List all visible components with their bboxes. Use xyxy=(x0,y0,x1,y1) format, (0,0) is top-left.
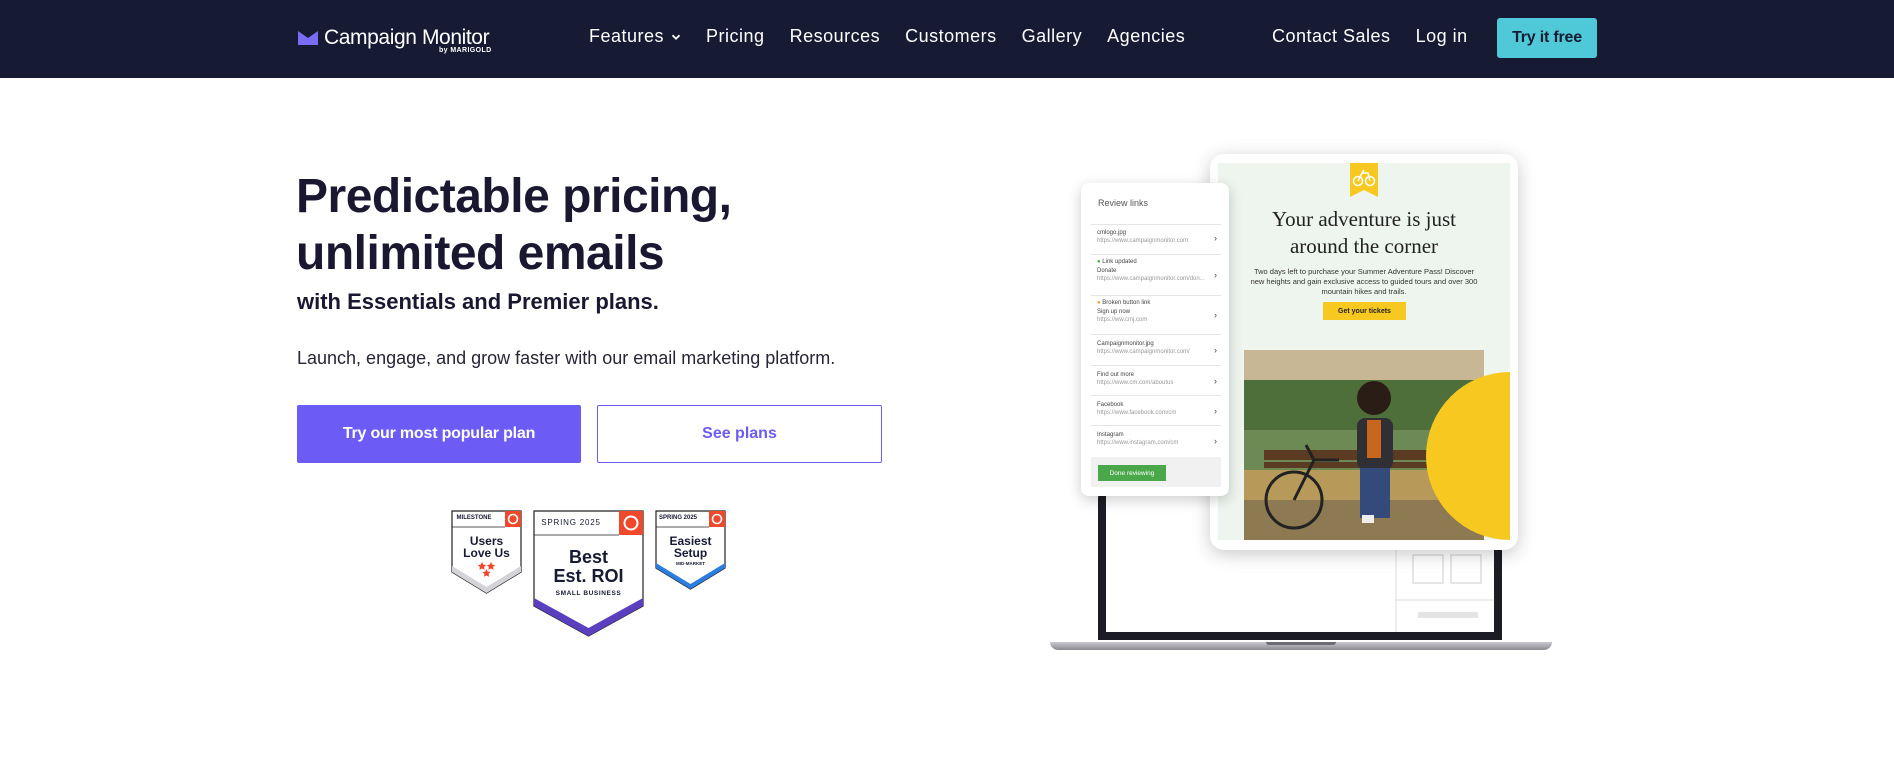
review-link-row[interactable]: ● Broken button link Sign up now https:/… xyxy=(1091,295,1221,333)
badge-top: SPRING 2025 xyxy=(541,518,601,527)
link-name: Instagram xyxy=(1097,432,1124,438)
g2-badge-easiest-setup: SPRING 2025 Easiest Setup MID-MARKET xyxy=(655,510,726,590)
try-it-free-button[interactable]: Try it free xyxy=(1497,18,1597,58)
logo-mark-icon xyxy=(298,31,318,45)
hero-subtitle: with Essentials and Premier plans. xyxy=(297,289,659,314)
campaign-monitor-logo[interactable]: Campaign Monitor by MARIGOLD xyxy=(298,26,491,54)
link-name: Find out more xyxy=(1097,372,1135,378)
g2-badge-users-love-us: MILESTONE Users Love Us xyxy=(451,510,522,594)
review-panel-title: Review links xyxy=(1098,198,1149,208)
review-link-row[interactable]: ● Link updated Donate https://www.campai… xyxy=(1091,254,1221,294)
review-link-row[interactable]: Facebook https://www.facebook.com/cm › xyxy=(1091,395,1221,425)
badge-line2: Est. ROI xyxy=(553,566,624,586)
review-link-row[interactable]: Campaignmonitor.jpg https://www.campaign… xyxy=(1091,334,1221,364)
review-link-row[interactable]: Instagram https://www.instagram.com/cm › xyxy=(1091,425,1221,455)
g2-badge-best-roi: SPRING 2025 Best Est. ROI SMALL BUSINESS xyxy=(533,510,644,637)
badge-top: MILESTONE xyxy=(456,515,492,521)
link-name: cmlogo.jpg xyxy=(1097,230,1127,236)
nav-features[interactable]: Features xyxy=(589,26,681,47)
chevron-down-icon xyxy=(671,34,681,40)
nav-agencies[interactable]: Agencies xyxy=(1107,26,1185,47)
email-body: Two days left to purchase your Summer Ad… xyxy=(1250,267,1478,296)
try-popular-plan-button[interactable]: Try our most popular plan xyxy=(297,405,581,463)
chevron-right-icon: › xyxy=(1214,232,1217,243)
nav-gallery[interactable]: Gallery xyxy=(1022,26,1083,47)
chevron-right-icon: › xyxy=(1214,309,1217,320)
nav-customers[interactable]: Customers xyxy=(905,26,997,47)
nav-features-label: Features xyxy=(589,26,665,46)
link-url: https://www.cm.com/aboutus xyxy=(1097,380,1174,386)
contact-sales-link[interactable]: Contact Sales xyxy=(1272,26,1391,47)
link-name: Campaignmonitor.jpg xyxy=(1097,341,1154,347)
nav-resources[interactable]: Resources xyxy=(790,26,881,47)
status-text: Link updated xyxy=(1102,259,1137,265)
chevron-right-icon: › xyxy=(1214,435,1217,446)
badge-top: SPRING 2025 xyxy=(658,515,698,521)
done-reviewing-button[interactable]: Done reviewing xyxy=(1098,465,1166,481)
chevron-right-icon: › xyxy=(1214,269,1217,280)
hero-title: Predictable pricing, unlimited emails xyxy=(296,168,856,282)
link-url: https://www.campaignmonitor.com xyxy=(1097,238,1189,244)
chevron-right-icon: › xyxy=(1214,375,1217,386)
badge-bottom: MID-MARKET xyxy=(676,561,705,566)
link-status: ● Link updated xyxy=(1097,259,1221,265)
badge-bottom: SMALL BUSINESS xyxy=(555,590,622,597)
laptop-notch xyxy=(1266,642,1336,645)
link-url: https://www.facebook.com/cm xyxy=(1097,410,1177,416)
badge-line1: Best xyxy=(568,547,608,567)
status-text: Broken button link xyxy=(1102,300,1151,306)
badge-line2: Setup xyxy=(673,546,708,560)
link-url: https://www.campaignmonitor.com/don... xyxy=(1097,276,1205,282)
link-status: ● Broken button link xyxy=(1097,300,1221,306)
link-name: Sign up now xyxy=(1097,309,1131,315)
email-title-line1: Your adventure is just xyxy=(1272,207,1456,231)
link-name: Donate xyxy=(1097,268,1117,274)
hero-title-line2: unlimited emails xyxy=(296,227,665,280)
link-url: https://ww.cmj.com xyxy=(1097,317,1148,323)
login-link[interactable]: Log in xyxy=(1416,26,1468,47)
review-links-panel: Review links cmlogo.jpg https://www.camp… xyxy=(1081,183,1229,496)
bike-ribbon-icon xyxy=(1350,163,1378,197)
review-link-row[interactable]: cmlogo.jpg https://www.campaignmonitor.c… xyxy=(1091,224,1221,250)
badge-line2: Love Us xyxy=(463,546,510,560)
email-title-line2: around the corner xyxy=(1289,234,1439,258)
check-circle-icon: ● xyxy=(1097,259,1101,265)
nav-right: Contact Sales Log in xyxy=(1272,26,1493,47)
hero-title-line1: Predictable pricing, xyxy=(296,170,732,223)
chevron-right-icon: › xyxy=(1214,405,1217,416)
hero-lead: Launch, engage, and grow faster with our… xyxy=(297,348,836,368)
link-url: https://www.instagram.com/cm xyxy=(1097,440,1179,446)
email-title: Your adventure is just around the corner xyxy=(1218,206,1510,260)
top-nav: Campaign Monitor by MARIGOLD Features Pr… xyxy=(0,0,1894,78)
main-nav: Features Pricing Resources Customers Gal… xyxy=(589,26,1210,47)
chevron-right-icon: › xyxy=(1214,344,1217,355)
review-link-row[interactable]: Find out more https://www.cm.com/aboutus… xyxy=(1091,365,1221,395)
link-name: Facebook xyxy=(1097,402,1124,408)
logo-subtext: by MARIGOLD xyxy=(439,47,492,54)
nav-pricing[interactable]: Pricing xyxy=(706,26,765,47)
get-tickets-button[interactable]: Get your tickets xyxy=(1323,302,1406,320)
link-url: https://www.campaignmonitor.com/ xyxy=(1097,349,1190,355)
warning-circle-icon: ● xyxy=(1097,300,1101,306)
see-plans-button[interactable]: See plans xyxy=(597,405,882,463)
